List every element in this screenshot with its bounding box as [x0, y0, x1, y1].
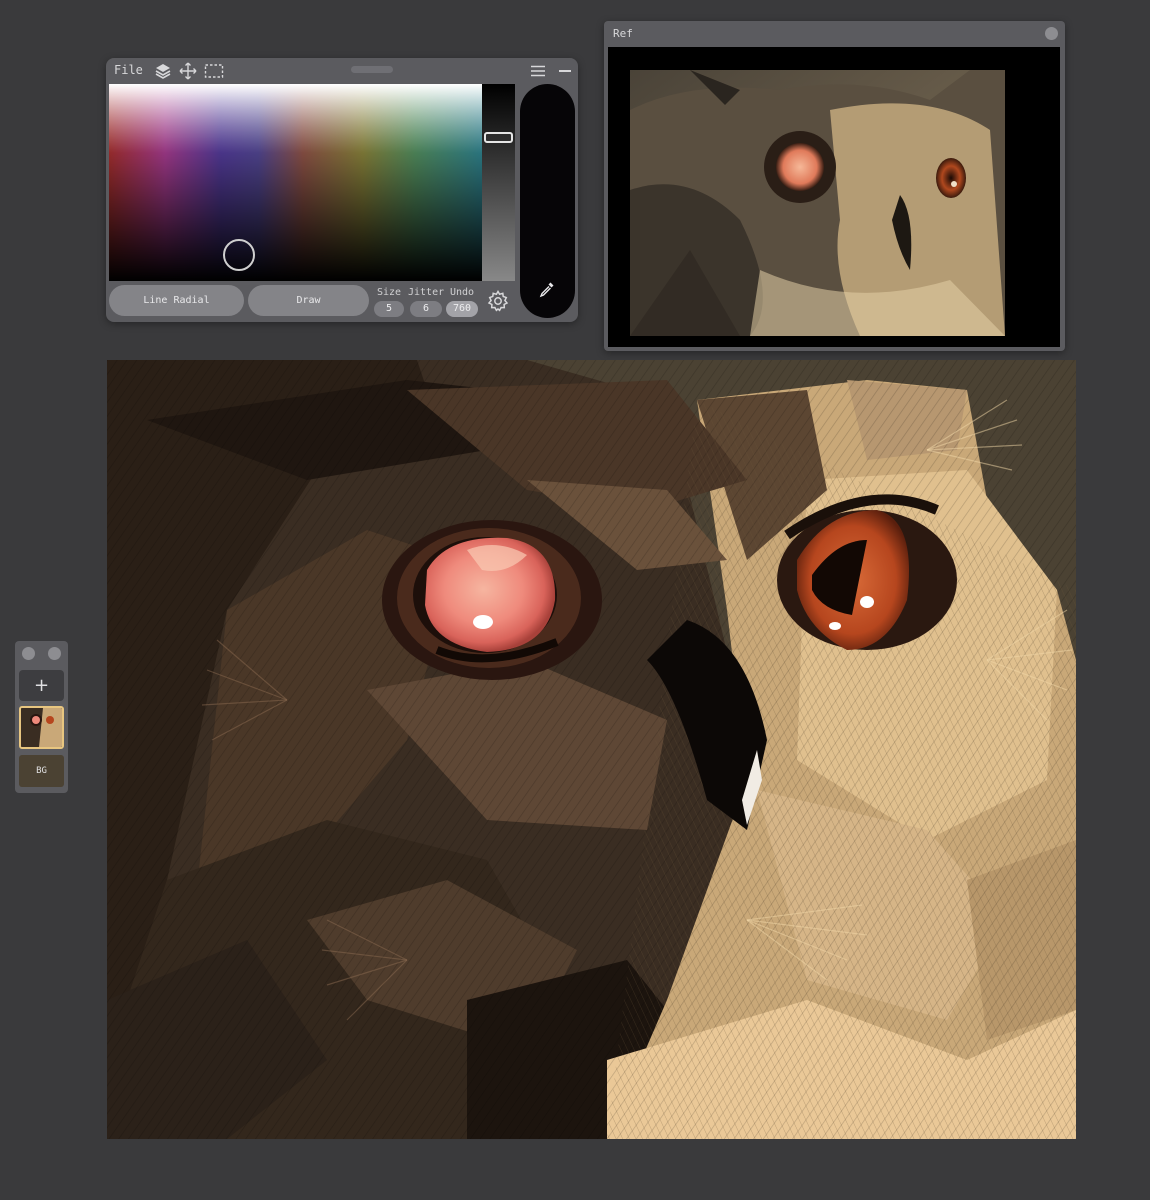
reference-frame: [608, 47, 1060, 347]
jitter-label: Jitter: [408, 287, 445, 298]
size-label: Size: [376, 287, 402, 298]
brush-type-button[interactable]: Line Radial: [109, 285, 244, 316]
jitter-value[interactable]: 6: [410, 301, 442, 317]
reference-title: Ref: [613, 27, 633, 40]
reference-close-button[interactable]: [1045, 27, 1058, 40]
layer-1-thumbnail[interactable]: [19, 706, 64, 749]
reference-owl-photo: [630, 70, 1005, 336]
layers-panel-minimize-button[interactable]: [48, 647, 61, 660]
layer-1-preview: [21, 708, 62, 747]
panel-drag-handle[interactable]: [351, 66, 393, 73]
gear-icon[interactable]: [486, 289, 510, 313]
layers-panel-close-button[interactable]: [22, 647, 35, 660]
brush-panel-header: File: [106, 58, 578, 84]
layers-panel: + BG: [15, 641, 68, 793]
canvas-painting: [107, 360, 1076, 1139]
brightness-slider-thumb[interactable]: [484, 132, 513, 143]
hamburger-menu-icon[interactable]: [529, 62, 547, 80]
file-menu[interactable]: File: [114, 63, 143, 77]
layers-icon[interactable]: [154, 62, 172, 80]
current-color-swatch[interactable]: [520, 84, 575, 318]
draw-mode-button[interactable]: Draw: [248, 285, 369, 316]
color-picker-cursor[interactable]: [223, 239, 255, 271]
color-picker-field[interactable]: [109, 84, 482, 281]
drawing-canvas[interactable]: [107, 360, 1076, 1139]
brush-panel: File Line Radial Draw Size Jitter Undo 5…: [106, 58, 578, 322]
undo-value[interactable]: 760: [446, 301, 478, 317]
brightness-slider[interactable]: [482, 84, 515, 281]
undo-label: Undo: [449, 287, 475, 298]
minimize-icon[interactable]: [556, 62, 574, 80]
reference-panel: Ref: [604, 21, 1065, 351]
eyedropper-icon[interactable]: [538, 280, 556, 298]
selection-icon[interactable]: [204, 62, 224, 80]
background-layer[interactable]: BG: [19, 755, 64, 787]
add-layer-button[interactable]: +: [19, 670, 64, 701]
move-icon[interactable]: [179, 62, 197, 80]
size-value[interactable]: 5: [374, 301, 404, 317]
